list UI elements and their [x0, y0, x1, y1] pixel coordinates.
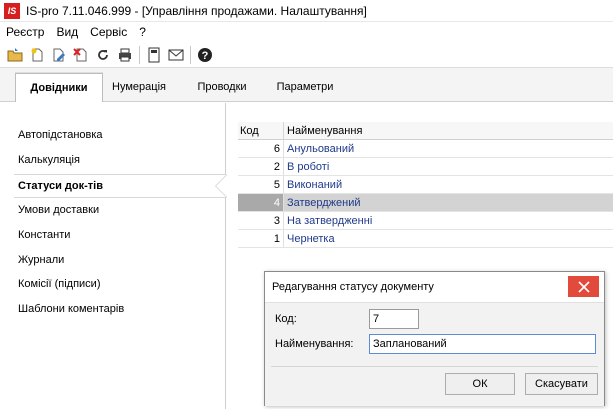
code-field[interactable]: 7: [369, 309, 419, 329]
close-icon: [577, 280, 590, 293]
menu-view[interactable]: Вид: [50, 25, 84, 39]
dialog-title: Редагування статусу документу: [272, 281, 434, 293]
cell-code: 4: [238, 194, 284, 211]
statuses-table: Код Найменування 6 Анульований 2 В робот…: [238, 122, 613, 248]
app-logo-icon: IS: [4, 2, 20, 19]
sidebar-item-autosubstitution[interactable]: Автопідстановка: [18, 129, 103, 141]
table-row[interactable]: 6 Анульований: [238, 140, 613, 158]
sidebar-item-label: Статуси док-тів: [18, 180, 103, 192]
cell-name: Затверджений: [287, 196, 361, 209]
sidebar-item-delivery-terms[interactable]: Умови доставки: [18, 204, 99, 216]
sidebar-item-calculation[interactable]: Калькуляція: [18, 154, 80, 166]
toolbar-separator: [139, 45, 140, 64]
cell-code: 6: [238, 140, 284, 157]
column-header-code[interactable]: Код: [238, 122, 284, 139]
edit-status-dialog: Редагування статусу документу Код: 7 Най…: [264, 271, 605, 406]
name-label: Найменування:: [275, 338, 354, 350]
menu-registry[interactable]: Реєстр: [0, 25, 50, 39]
sidebar-item-doc-statuses[interactable]: Статуси док-тів: [14, 174, 227, 198]
tab-numbering[interactable]: Нумерація: [104, 74, 174, 100]
cell-code: 3: [238, 212, 284, 229]
open-folder-icon[interactable]: [4, 44, 26, 66]
refresh-icon[interactable]: [92, 44, 114, 66]
table-row[interactable]: 3 На затвердженні: [238, 212, 613, 230]
mail-icon[interactable]: [165, 44, 187, 66]
cancel-button[interactable]: Скасувати: [525, 373, 598, 395]
cell-code: 5: [238, 176, 284, 193]
dialog-separator: [271, 366, 598, 367]
tab-directories[interactable]: Довідники: [15, 73, 103, 102]
cell-name: Анульований: [287, 142, 355, 155]
sidebar-item-journals[interactable]: Журнали: [18, 254, 64, 266]
tab-postings[interactable]: Проводки: [186, 74, 258, 100]
menu-service[interactable]: Сервіс: [84, 25, 133, 39]
table-header: Код Найменування: [238, 122, 613, 140]
cell-name: На затвердженні: [287, 214, 373, 227]
tab-parameters[interactable]: Параметри: [268, 74, 342, 100]
sidebar-item-comment-templates[interactable]: Шаблони коментарів: [18, 303, 124, 315]
toolbar-separator: [190, 45, 191, 64]
svg-text:?: ?: [202, 50, 209, 62]
table-row[interactable]: 1 Чернетка: [238, 230, 613, 248]
cell-code: 2: [238, 158, 284, 175]
cell-name: Виконаний: [287, 178, 343, 191]
sidebar: Автопідстановка Калькуляція Статуси док-…: [0, 103, 227, 409]
edit-document-icon[interactable]: [48, 44, 70, 66]
tab-bar: Довідники Нумерація Проводки Параметри: [0, 68, 613, 102]
column-header-name[interactable]: Найменування: [284, 122, 613, 139]
print-icon[interactable]: [114, 44, 136, 66]
calculator-icon[interactable]: [143, 44, 165, 66]
code-label: Код:: [275, 313, 297, 325]
active-pointer-inner: [216, 175, 227, 197]
window-title: IS-pro 7.11.046.999 - [Управління продаж…: [26, 3, 367, 18]
help-icon[interactable]: ?: [194, 44, 216, 66]
new-document-icon[interactable]: [26, 44, 48, 66]
sidebar-item-commissions[interactable]: Комісії (підписи): [18, 278, 100, 290]
dialog-body: Код: 7 Найменування: Запланований ОК Ска…: [265, 302, 604, 406]
title-bar: IS IS-pro 7.11.046.999 - [Управління про…: [0, 0, 613, 22]
cell-name: Чернетка: [287, 232, 335, 245]
sidebar-item-constants[interactable]: Константи: [18, 229, 70, 241]
close-button[interactable]: [568, 276, 599, 297]
table-row[interactable]: 2 В роботі: [238, 158, 613, 176]
delete-document-icon[interactable]: [70, 44, 92, 66]
menu-help[interactable]: ?: [133, 25, 152, 39]
table-row-selected[interactable]: 4 Затверджений: [238, 194, 613, 212]
cell-name: В роботі: [287, 160, 330, 173]
toolbar: ?: [0, 42, 613, 68]
menu-bar: Реєстр Вид Сервіс ?: [0, 22, 613, 42]
table-row[interactable]: 5 Виконаний: [238, 176, 613, 194]
dialog-title-bar[interactable]: Редагування статусу документу: [265, 272, 604, 302]
name-field[interactable]: Запланований: [369, 334, 596, 354]
ok-button[interactable]: ОК: [445, 373, 515, 395]
cell-code: 1: [238, 230, 284, 247]
